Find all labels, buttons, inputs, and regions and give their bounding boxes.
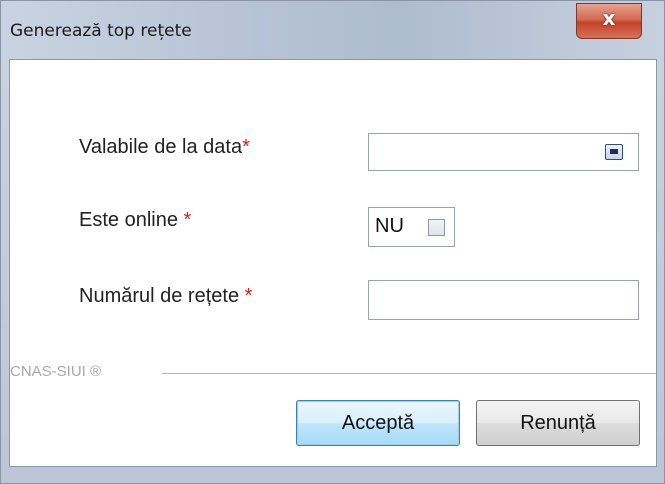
count-label-text: Numărul de rețete [79, 285, 245, 307]
title-bar[interactable]: Generează top rețete x [1, 1, 664, 59]
online-label-text: Este online [79, 209, 184, 231]
online-field[interactable]: NU [368, 207, 455, 247]
cancel-button[interactable]: Renunță [476, 400, 640, 446]
footer-brand: CNAS-SIUI ® [10, 363, 102, 380]
valid-from-date-field[interactable] [368, 133, 639, 171]
accept-button[interactable]: Acceptă [296, 400, 460, 446]
online-value-text: NU [375, 215, 404, 237]
required-mark: * [244, 285, 253, 307]
online-checkbox[interactable] [428, 219, 445, 236]
footer-divider [162, 373, 656, 374]
required-mark: * [242, 136, 250, 158]
valid-from-label: Valabile de la data* [79, 136, 250, 159]
required-mark: * [183, 209, 192, 231]
online-label: Este online * [79, 209, 191, 232]
dialog-window: Generează top rețete x Valabile de la da… [0, 0, 665, 484]
window-title: Generează top rețete [10, 21, 192, 41]
calendar-icon[interactable] [605, 144, 623, 160]
count-input[interactable] [368, 280, 639, 320]
close-icon: x [602, 6, 616, 30]
close-button[interactable]: x [576, 3, 642, 39]
dialog-content: Valabile de la data* Este online * NU Nu… [9, 59, 657, 467]
valid-from-label-text: Valabile de la data [79, 136, 243, 158]
count-label: Numărul de rețete * [79, 285, 252, 308]
